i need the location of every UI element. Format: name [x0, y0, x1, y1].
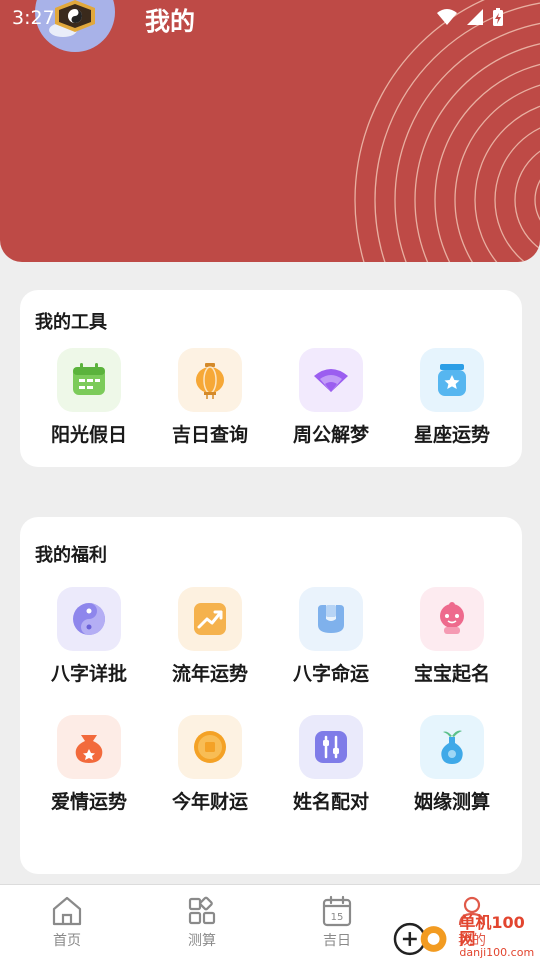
benefit-label: 爱情运势	[50, 791, 127, 813]
nav-item-lucky-day[interactable]: 15 吉日	[297, 895, 377, 950]
status-icons	[436, 7, 504, 27]
pairing-icon	[299, 715, 363, 779]
benefit-item-bazi-detail[interactable]: 八字详批	[30, 587, 148, 686]
benefit-item-baby-naming[interactable]: 宝宝起名	[393, 587, 511, 686]
my-tools-card: 我的工具 阳光假日 吉日查询 周公解梦 星座运势	[20, 290, 522, 467]
lantern-icon	[178, 348, 242, 412]
benefit-label: 今年财运	[171, 791, 248, 813]
tool-item-holiday[interactable]: 阳光假日	[30, 348, 148, 447]
calendar-day-number: 15	[331, 912, 344, 923]
watermark-name: 单机100网	[459, 913, 525, 948]
tool-item-lucky-day[interactable]: 吉日查询	[151, 348, 269, 447]
benefit-item-wealth[interactable]: 今年财运	[151, 715, 269, 814]
couplet-icon	[299, 587, 363, 651]
site-watermark: 单机100网 danji100.com	[392, 915, 540, 958]
calendar-15-icon: 15	[322, 895, 352, 927]
yin-yang-icon	[57, 587, 121, 651]
benefit-item-annual-fortune[interactable]: 流年运势	[151, 587, 269, 686]
my-tools-title: 我的工具	[35, 312, 107, 333]
watermark-url: danji100.com	[459, 946, 535, 959]
love-pouch-icon	[57, 715, 121, 779]
tool-label: 星座运势	[413, 424, 490, 446]
wifi-icon	[437, 9, 457, 25]
nav-label: 首页	[53, 933, 81, 949]
benefit-item-name-pairing[interactable]: 姓名配对	[272, 715, 390, 814]
benefit-item-marriage[interactable]: 姻缘测算	[393, 715, 511, 814]
coin-icon	[178, 715, 242, 779]
battery-charging-icon	[493, 8, 503, 26]
my-benefits-card: 我的福利 八字详批 流年运势 八字命运 宝宝起名 爱情运势 今年财运 姓名配对 …	[20, 517, 522, 874]
benefit-label: 八字详批	[50, 663, 127, 685]
my-benefits-title: 我的福利	[35, 545, 107, 566]
benefit-label: 姻缘测算	[413, 791, 490, 813]
star-jar-icon	[420, 348, 484, 412]
profile-header: 3:27 我的	[0, 0, 540, 262]
tool-label: 吉日查询	[171, 424, 248, 446]
status-time: 3:27	[12, 7, 55, 29]
watermark-logo-icon	[393, 922, 447, 955]
nav-label: 测算	[188, 933, 216, 949]
benefit-label: 流年运势	[171, 663, 248, 685]
nav-item-home[interactable]: 首页	[27, 895, 107, 950]
benefit-label: 姓名配对	[292, 791, 369, 813]
nav-item-divination[interactable]: 测算	[162, 895, 242, 950]
baby-icon	[420, 587, 484, 651]
signal-icon	[467, 9, 483, 25]
fan-icon	[299, 348, 363, 412]
benefit-item-bazi-destiny[interactable]: 八字命运	[272, 587, 390, 686]
trend-chart-icon	[178, 587, 242, 651]
home-icon	[52, 896, 82, 926]
tool-item-horoscope[interactable]: 星座运势	[393, 348, 511, 447]
benefit-label: 八字命运	[292, 663, 369, 685]
tool-label: 阳光假日	[50, 424, 127, 446]
calendar-icon	[57, 348, 121, 412]
nav-label: 吉日	[323, 933, 351, 949]
tool-label: 周公解梦	[292, 424, 369, 446]
tool-item-dream[interactable]: 周公解梦	[272, 348, 390, 447]
benefit-item-love-fortune[interactable]: 爱情运势	[30, 715, 148, 814]
grid-icon	[188, 896, 216, 925]
benefit-label: 宝宝起名	[413, 663, 490, 685]
page-title: 我的	[145, 7, 196, 36]
vase-icon	[420, 715, 484, 779]
